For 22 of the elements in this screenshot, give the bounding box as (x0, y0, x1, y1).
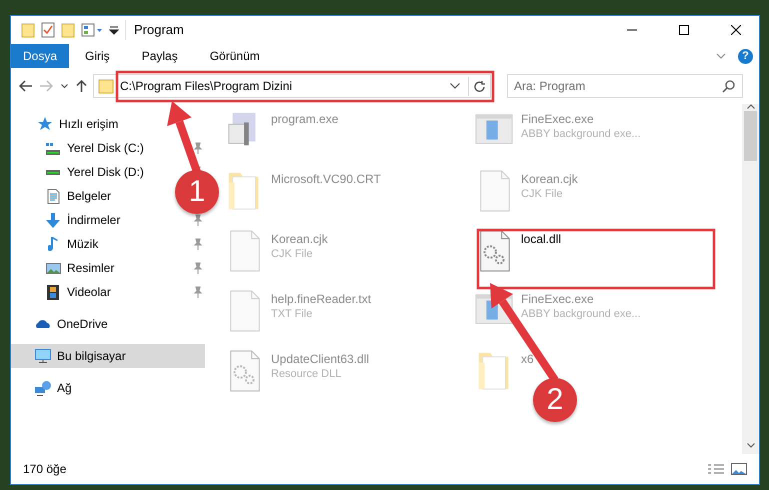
window-title: Program (125, 20, 184, 40)
ribbon-tab[interactable]: Dosya (11, 44, 70, 68)
item-count: 170 öğe (23, 461, 66, 478)
file-item[interactable]: local.dll (475, 228, 562, 274)
sidebar-item[interactable]: OneDrive (11, 312, 167, 336)
ribbon-tab[interactable]: Paylaş (126, 44, 194, 68)
sidebar-item[interactable]: Hızlı erişim (11, 112, 167, 136)
sidebar-item[interactable]: Belgeler (11, 184, 167, 208)
sidebar-item[interactable]: Yerel Disk (C:) (11, 136, 167, 160)
sidebar-item[interactable]: Videolar (11, 280, 167, 304)
sidebar-item[interactable]: Resimler (11, 256, 167, 280)
sidebar-item[interactable]: Ağ (11, 376, 167, 400)
help-button[interactable]: ? (738, 48, 753, 64)
sidebar-item[interactable]: Bu bilgisayar (11, 344, 205, 368)
sidebar-item[interactable]: İndirmeler (11, 208, 167, 232)
ribbon-tab[interactable]: Görünüm (194, 44, 276, 68)
sidebar-item[interactable]: Yerel Disk (D:) (11, 160, 167, 184)
ribbon-tab[interactable]: Giriş (69, 44, 126, 68)
address-path: C:\Program Files\Program Dizini (120, 78, 294, 95)
sidebar-item[interactable]: Müzik (11, 232, 167, 256)
address-field[interactable]: C:\Program Files\Program Dizini (93, 74, 491, 98)
search-field[interactable]: Ara: Program (507, 74, 743, 98)
